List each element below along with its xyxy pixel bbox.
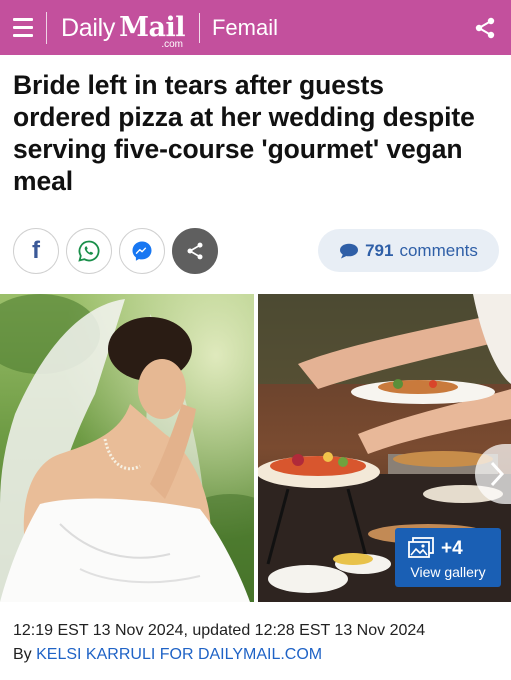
top-bar: Daily Mail .com Femail [0, 0, 511, 55]
logo-com: .com [161, 38, 183, 50]
more-share-button[interactable] [172, 228, 218, 274]
whatsapp-icon [78, 240, 100, 262]
comments-button[interactable]: 791 comments [318, 229, 499, 272]
section-name[interactable]: Femail [212, 15, 278, 41]
logo-daily: Daily [61, 13, 116, 42]
messenger-icon [132, 241, 152, 261]
messenger-share-button[interactable] [119, 228, 165, 274]
hamburger-menu-icon[interactable] [0, 0, 46, 55]
bride-photo[interactable] [0, 294, 254, 602]
gallery-extra-count: +4 [441, 538, 463, 559]
chevron-right-icon [490, 461, 505, 487]
facebook-icon: f [32, 237, 40, 264]
article-byline: By KELSI KARRULI FOR DAILYMAIL.COM [13, 646, 322, 664]
comments-count: 791 [365, 240, 394, 260]
comments-label: comments [399, 240, 478, 260]
author-link[interactable]: KELSI KARRULI FOR DAILYMAIL.COM [36, 646, 322, 663]
section-divider [198, 12, 200, 43]
share-icon [187, 242, 203, 260]
facebook-share-button[interactable]: f [13, 228, 59, 274]
social-share-bar: f [13, 228, 218, 274]
site-logo[interactable]: Daily Mail .com [61, 8, 185, 50]
gallery-label: View gallery [410, 564, 486, 580]
byline-prefix: By [13, 646, 37, 663]
header-divider [46, 11, 47, 44]
share-icon[interactable] [473, 16, 497, 40]
article-headline: Bride left in tears after guests ordered… [13, 70, 475, 196]
gallery-icon [408, 537, 434, 558]
view-gallery-button[interactable]: +4 View gallery [395, 528, 501, 587]
whatsapp-share-button[interactable] [66, 228, 112, 274]
comment-bubble-icon [340, 243, 359, 258]
article-timestamp: 12:19 EST 13 Nov 2024, updated 12:28 EST… [13, 622, 426, 639]
